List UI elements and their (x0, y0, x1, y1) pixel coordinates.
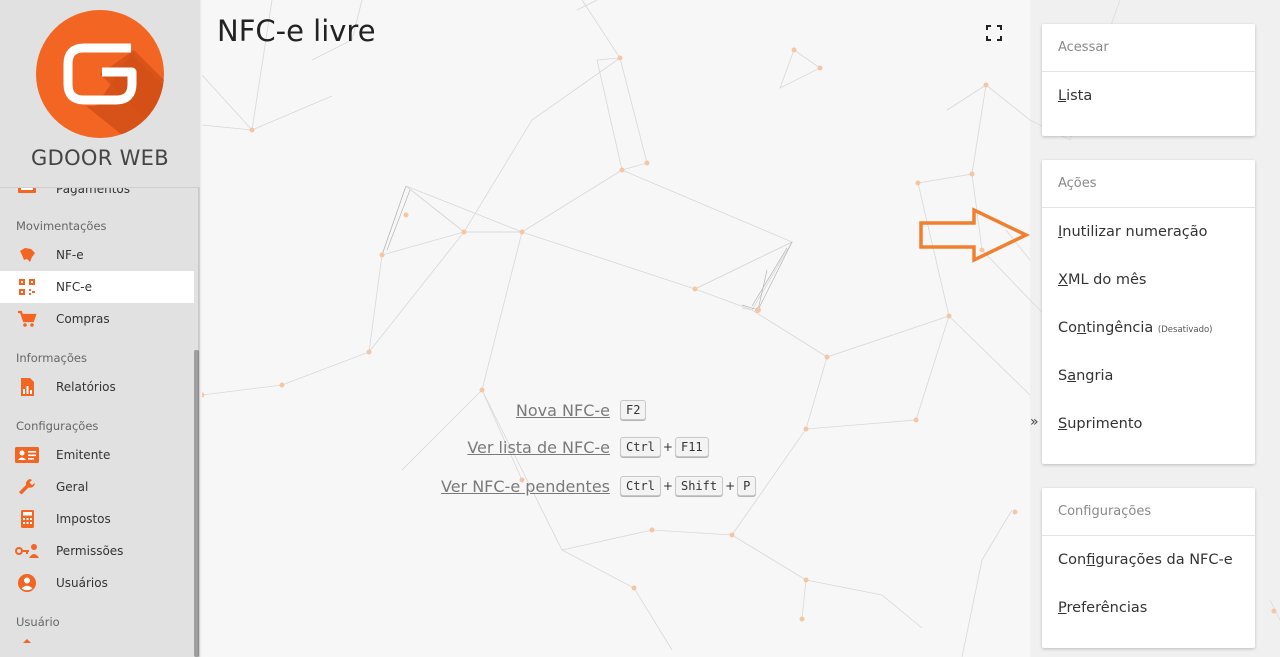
arrow-right-icon (919, 207, 1031, 263)
key-plus: + (662, 479, 673, 493)
sidebar-item-impostos[interactable]: Impostos (0, 503, 194, 535)
sidebar-item-nfe[interactable]: NF-e (0, 239, 194, 271)
action-label: ista (1066, 88, 1093, 104)
key-plus: + (725, 479, 736, 493)
action-label-pre: Con (1058, 552, 1087, 568)
calculator-icon (21, 510, 34, 528)
status-note: (Desativado) (1157, 325, 1213, 335)
sidebar-item-label: NFC-e (56, 280, 92, 294)
key-shift: Shift (674, 476, 724, 496)
shortcut-row: Ver NFC-e pendentes Ctrl + Shift + P (402, 474, 822, 500)
key-f2: F2 (620, 400, 647, 420)
section-usuario: Usuário (16, 615, 60, 629)
action-configuracoes-nfce[interactable]: Configurações da NFC-e (1042, 536, 1255, 584)
section-movimentacoes: Movimentações (16, 219, 107, 233)
action-label: nutilizar numeração (1062, 224, 1208, 240)
sidebar-item-usuarios[interactable]: Usuários (0, 567, 194, 599)
sidebar-menu: Pagamentos Movimentações NF-e NFC-e Comp… (0, 175, 194, 657)
logo-g-icon (63, 43, 164, 138)
shortcut-row: Ver lista de NFC-e Ctrl + F11 (402, 435, 822, 461)
accelerator-letter: a (1067, 368, 1077, 384)
card-header: Ações (1042, 160, 1255, 208)
accelerator-letter: f (1086, 552, 1096, 568)
wrench-icon (19, 479, 35, 495)
ver-lista-nfce-link[interactable]: Ver lista de NFC-e (467, 438, 610, 457)
page-title: NFC-e livre (217, 14, 376, 48)
shortcut-keys: Ctrl + Shift + P (620, 476, 757, 496)
key-f11: F11 (674, 437, 709, 457)
sidebar-item-label: Impostos (56, 512, 111, 526)
card-header: Acessar (1042, 24, 1255, 72)
action-label-pre: S (1058, 368, 1068, 384)
shortcut-keys: F2 (620, 400, 647, 420)
collapse-panel-button[interactable]: » (1030, 414, 1042, 434)
action-contingencia[interactable]: Contingência (Desativado) (1042, 304, 1255, 352)
sidebar-item-label: Compras (56, 312, 110, 326)
card-acessar: Acessar Lista (1042, 24, 1255, 136)
user-circle-icon (18, 574, 36, 592)
key-ctrl: Ctrl (620, 437, 661, 457)
key-p: P (737, 476, 757, 496)
action-sangria[interactable]: Sangria (1042, 352, 1255, 400)
network-background (202, 0, 1030, 657)
shortcut-row: Nova NFC-e F2 (402, 398, 822, 424)
main-content: NFC-e livre Nova NFC-e F2 Ver lista de N… (202, 0, 1030, 657)
sidebar-item-label: NF-e (56, 248, 84, 262)
brazil-map-icon (20, 248, 35, 262)
logo-area: GDOOR WEB (0, 0, 200, 188)
action-label-pre: Co (1058, 320, 1077, 336)
action-xml-do-mes[interactable]: XML do mês (1042, 256, 1255, 304)
sidebar-item-relatorios[interactable]: Relatórios (0, 371, 194, 403)
id-card-icon (15, 447, 39, 463)
action-inutilizar-numeracao[interactable]: Inutilizar numeração (1042, 208, 1255, 256)
sidebar-item-label: Emitente (56, 448, 111, 462)
ver-nfce-pendentes-link[interactable]: Ver NFC-e pendentes (441, 477, 610, 496)
sidebar-item-nfce[interactable]: NFC-e (0, 271, 194, 303)
shortcut-keys: Ctrl + F11 (620, 437, 709, 457)
cart-icon (18, 310, 37, 327)
sidebar-item-emitente[interactable]: Emitente (0, 439, 194, 471)
action-label: igurações da NFC-e (1095, 552, 1233, 568)
actions-panel: Acessar Lista Ações Inutilizar numeração… (1030, 0, 1280, 657)
card-configuracoes: Configurações Configurações da NFC-e Pre… (1042, 488, 1255, 648)
sidebar-item-label: Permissões (56, 544, 124, 558)
qr-code-icon (19, 279, 35, 295)
action-preferencias[interactable]: Preferências (1042, 584, 1255, 632)
accelerator-letter: n (1077, 320, 1087, 336)
nova-nfce-link[interactable]: Nova NFC-e (516, 401, 610, 420)
action-suprimento[interactable]: Suprimento (1042, 400, 1255, 448)
action-label: ML do mês (1067, 272, 1147, 288)
card-acoes: Ações Inutilizar numeração XML do mês Co… (1042, 160, 1255, 464)
action-lista[interactable]: Lista (1042, 72, 1255, 120)
key-plus: + (662, 440, 673, 454)
sidebar-item-label: Relatórios (56, 380, 116, 394)
section-informacoes: Informações (16, 351, 87, 365)
section-configuracoes: Configurações (16, 419, 99, 433)
gdoor-logo[interactable] (36, 10, 164, 138)
key-ctrl: Ctrl (620, 476, 661, 496)
accelerator-letter: L (1058, 88, 1067, 104)
card-header: Configurações (1042, 488, 1255, 536)
action-label: tingência (1086, 320, 1154, 336)
action-label: ngria (1076, 368, 1114, 384)
sidebar-item-geral[interactable]: Geral (0, 471, 194, 503)
action-label: referências (1066, 600, 1148, 616)
brand-name: GDOOR WEB (31, 146, 169, 170)
accelerator-letter: S (1058, 416, 1068, 432)
accelerator-letter: P (1058, 600, 1067, 616)
key-user-icon (15, 544, 39, 558)
action-label: uprimento (1067, 416, 1143, 432)
report-icon (21, 378, 34, 396)
sidebar-item-partial[interactable] (0, 635, 194, 657)
partial-icon (23, 639, 31, 643)
sidebar-item-permissoes[interactable]: Permissões (0, 535, 194, 567)
sidebar-item-label: Geral (56, 480, 89, 494)
sidebar: Pagamentos Movimentações NF-e NFC-e Comp… (0, 0, 200, 657)
sidebar-item-compras[interactable]: Compras (0, 303, 194, 335)
fullscreen-icon[interactable] (985, 24, 1003, 42)
sidebar-item-label: Usuários (56, 576, 108, 590)
accelerator-letter: X (1058, 272, 1068, 288)
